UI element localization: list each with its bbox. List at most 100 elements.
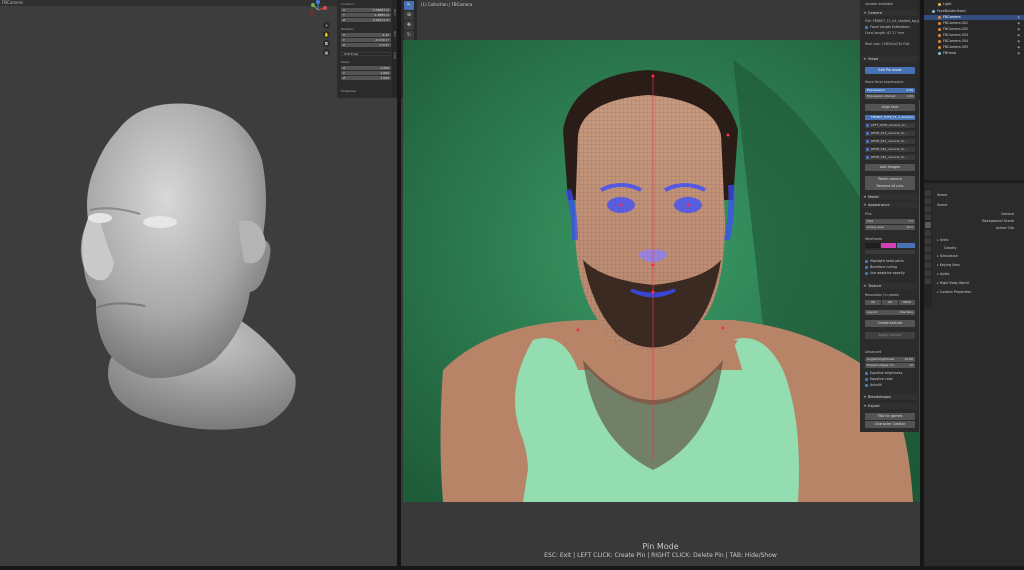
equalize-brightness-checkbox[interactable]: Equalize brightness — [865, 371, 902, 375]
view-image-item[interactable]: REVB_021_visceral_sk... — [865, 139, 915, 144]
rotation-x-field[interactable]: X -1.9° — [341, 33, 391, 37]
location-y-field[interactable]: Y -1.2855 m — [341, 13, 391, 17]
outliner-row[interactable]: FBCamera.004 ◉ — [924, 39, 1024, 44]
remove-all-pins-button[interactable]: Remove all pins — [865, 183, 915, 190]
res-2k-button[interactable]: 2K — [865, 300, 881, 305]
left-3d-viewport[interactable]: FBCamera + ✋ ◘ ▦ Location: X 0.78087 m Y… — [0, 0, 397, 566]
rotation-z-field[interactable]: Z -1.9 4° — [341, 43, 391, 47]
view-image-item[interactable]: FB0807_EXTR_FL_4_shaded... — [865, 115, 915, 120]
pin-active-area-field[interactable]: Active area 10.0 — [865, 225, 915, 230]
expressions-field[interactable]: Expressions 0.00 — [865, 88, 915, 93]
render-tab-icon[interactable] — [925, 198, 931, 204]
physics-tab-icon[interactable] — [925, 262, 931, 268]
rotation-mode-select[interactable]: XYZ Euler — [341, 52, 391, 56]
rotate-tool-icon[interactable]: ↻ — [404, 31, 414, 40]
res-other-button[interactable]: Other — [899, 300, 915, 305]
highlight-head-checkbox[interactable]: Highlight head parts — [865, 259, 904, 263]
model-section-header[interactable]: Model — [862, 194, 917, 200]
view-image-item[interactable]: REVB_032_visceral_sk... — [865, 155, 915, 160]
visibility-icon[interactable]: ◉ — [1017, 39, 1020, 44]
object-tab-icon[interactable] — [925, 246, 931, 252]
camera-view-icon[interactable]: ◘ — [323, 40, 330, 47]
autofill-checkbox[interactable]: Autofill — [865, 383, 882, 387]
gravity-checkbox[interactable]: Gravity — [944, 246, 956, 250]
brightness-field[interactable]: Angled brightness 10.00 — [865, 357, 915, 362]
tool-tab-icon[interactable] — [925, 190, 931, 196]
grid-view-icon[interactable]: ▦ — [323, 49, 330, 56]
audio-subpanel[interactable]: Audio — [937, 272, 950, 276]
outliner-row[interactable]: FBCamera.001 ◉ — [924, 21, 1024, 26]
equalize-color-checkbox[interactable]: Equalize color — [865, 377, 893, 381]
outliner-row[interactable]: FBCamera.002 ◉ — [924, 27, 1024, 32]
camera-viewport[interactable]: (1) Collection | FBCamera ↖ ⊕ ✥ ↻ ⤢ ✎ ◺ … — [401, 0, 920, 570]
layout-select[interactable]: Layout Interface — [865, 310, 915, 315]
apply-texture-button[interactable]: Apply texture — [865, 332, 915, 339]
expression-strength-field[interactable]: Expression strengt.. 1.00 — [865, 94, 915, 99]
view-image-item[interactable]: LEFT_0038_visceral_sk... — [865, 123, 915, 128]
adaptive-opacity-checkbox[interactable]: Use adaptive opacity — [865, 271, 905, 275]
visibility-icon[interactable]: ◉ — [1017, 33, 1020, 38]
views-section-header[interactable]: Views — [862, 56, 917, 62]
simulation-subpanel[interactable]: Simulation — [937, 254, 958, 258]
visibility-icon[interactable]: ◉ — [1017, 27, 1020, 32]
appearance-section-header[interactable]: Appearance — [862, 202, 917, 208]
properties-subpanel[interactable]: Properties — [341, 89, 356, 93]
outliner-row[interactable]: FBCamera ◉ — [924, 15, 1024, 20]
outliner-row[interactable]: Light — [924, 2, 1024, 7]
rotation-y-field[interactable]: Y -0.134 1° — [341, 38, 391, 42]
reset-camera-button[interactable]: Reset camera — [865, 176, 915, 183]
exit-pin-mode-button[interactable]: Exit Pin mode — [865, 67, 915, 74]
select-tool-icon[interactable]: ↖ — [404, 1, 414, 10]
units-subpanel[interactable]: Units — [937, 238, 949, 242]
zoom-icon[interactable]: + — [323, 22, 330, 29]
location-x-field[interactable]: X 0.78087 m — [341, 8, 391, 12]
outliner-row[interactable]: FBCamera.003 ◉ — [924, 33, 1024, 38]
pin-size-field[interactable]: Size 7.0 — [865, 219, 915, 224]
focal-estimation-checkbox[interactable]: Focal Length Estimation — [865, 25, 910, 29]
world-tab-icon[interactable] — [925, 230, 931, 236]
custom-properties-subpanel[interactable]: Custom Properties — [937, 290, 971, 294]
rigid-body-world-subpanel[interactable]: Rigid Body World — [937, 281, 969, 285]
collection-tab-icon[interactable] — [925, 238, 931, 244]
visibility-icon[interactable]: ◉ — [1017, 21, 1020, 26]
constraints-tab-icon[interactable] — [925, 270, 931, 276]
fbx-for-games-button[interactable]: FBX for games — [865, 413, 915, 420]
scale-z-field[interactable]: Z 1.000 — [341, 76, 391, 80]
outliner-row[interactable]: FBCamera.005 ◉ — [924, 45, 1024, 50]
reference-photo[interactable] — [403, 40, 920, 502]
visibility-icon[interactable]: ◉ — [1017, 45, 1020, 50]
output-tab-icon[interactable] — [925, 206, 931, 212]
modifier-tab-icon[interactable] — [925, 254, 931, 260]
location-z-field[interactable]: Z 0.00471 m — [341, 18, 391, 22]
navigation-gizmo[interactable] — [308, 0, 328, 21]
scale-x-field[interactable]: X 1.000 — [341, 66, 391, 70]
scale-y-field[interactable]: Y 1.000 — [341, 71, 391, 75]
texture-section-header[interactable]: Texture — [862, 283, 917, 289]
align-face-button[interactable]: Align face — [865, 104, 915, 111]
wireframe-color-1[interactable] — [865, 243, 880, 248]
hand-pan-icon[interactable]: ✋ — [323, 31, 330, 38]
view-image-item[interactable]: REVB_022_visceral_sk... — [865, 147, 915, 152]
outliner-row[interactable]: FBHead ◉ — [924, 51, 1024, 56]
blendshapes-section-header[interactable]: Blendshapes — [862, 394, 917, 400]
wireframe-color-2[interactable] — [881, 243, 896, 248]
expand-edges-field[interactable]: Expand edges (%) 10 — [865, 363, 915, 368]
move-tool-icon[interactable]: ✥ — [404, 21, 414, 30]
data-tab-icon[interactable] — [925, 278, 931, 284]
visibility-icon[interactable]: ◉ — [1017, 51, 1020, 56]
axis-gizmo-icon[interactable] — [308, 0, 328, 20]
export-section-header[interactable]: Export — [862, 403, 917, 409]
visibility-icon[interactable]: ◉ — [1017, 15, 1020, 20]
scene-subpanel[interactable]: Scene — [937, 203, 947, 207]
create-texture-button[interactable]: Create texture — [865, 320, 915, 327]
outliner-row[interactable]: FaceBuilderHead — [924, 9, 1024, 14]
keying-sets-subpanel[interactable]: Keying Sets — [937, 263, 960, 267]
update-available-label[interactable]: Update available — [865, 2, 893, 6]
res-4k-button[interactable]: 4K — [882, 300, 898, 305]
scene-tab-icon[interactable] — [925, 222, 931, 228]
camera-section-header[interactable]: Camera — [862, 10, 917, 16]
wireframe-presets[interactable] — [865, 250, 915, 254]
character-creator-button[interactable]: Character Creator — [865, 421, 915, 428]
cursor-tool-icon[interactable]: ⊕ — [404, 11, 414, 20]
view-layer-tab-icon[interactable] — [925, 214, 931, 220]
